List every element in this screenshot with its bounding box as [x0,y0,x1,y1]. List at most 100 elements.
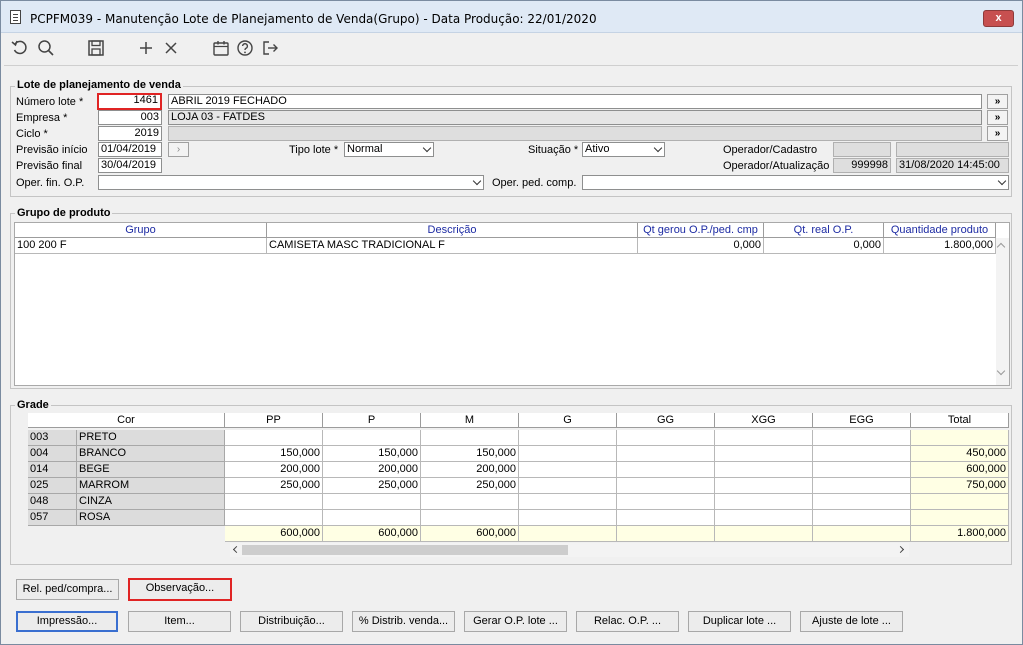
row-total-cell[interactable] [911,430,1009,446]
grupo-header-quantidade[interactable]: Quantidade produto [884,223,996,238]
row-total-cell[interactable]: 750,000 [911,478,1009,494]
size-quantity-cell[interactable]: 250,000 [421,478,519,494]
close-button[interactable]: x [983,10,1014,27]
size-quantity-cell[interactable] [617,478,715,494]
chevron-left-icon[interactable] [232,545,241,554]
grupo-header-grupo[interactable]: Grupo [15,223,267,238]
size-quantity-cell[interactable] [813,478,911,494]
duplicar-lote-button[interactable]: Duplicar lote ... [688,611,791,632]
grade-header-p[interactable]: P [323,413,421,428]
size-quantity-cell[interactable] [323,494,421,510]
grupo-header-descricao[interactable]: Descrição [267,223,638,238]
size-quantity-cell[interactable] [421,430,519,446]
chevron-right-icon[interactable] [896,545,905,554]
add-icon[interactable] [136,38,156,58]
help-icon[interactable] [235,38,255,58]
grade-header-gg[interactable]: GG [617,413,715,428]
size-quantity-cell[interactable] [225,494,323,510]
size-quantity-cell[interactable]: 200,000 [421,462,519,478]
size-quantity-cell[interactable]: 200,000 [225,462,323,478]
size-quantity-cell[interactable]: 150,000 [323,446,421,462]
calendar-icon[interactable] [211,38,231,58]
size-quantity-cell[interactable] [617,494,715,510]
size-quantity-cell[interactable] [715,462,813,478]
grade-header-m[interactable]: M [421,413,519,428]
chevron-up-icon[interactable] [996,242,1006,252]
search-icon[interactable] [36,38,56,58]
size-quantity-cell[interactable] [225,510,323,526]
grade-header-egg[interactable]: EGG [813,413,911,428]
grade-header-xgg[interactable]: XGG [715,413,813,428]
exit-icon[interactable] [260,38,280,58]
size-quantity-cell[interactable] [715,430,813,446]
relac-op-button[interactable]: Relac. O.P. ... [576,611,679,632]
grade-horizontal-scrollbar[interactable] [230,543,909,557]
size-quantity-cell[interactable] [813,446,911,462]
size-quantity-cell[interactable] [813,510,911,526]
size-quantity-cell[interactable]: 150,000 [421,446,519,462]
numero-lote-lookup-button[interactable]: » [987,94,1008,109]
size-quantity-cell[interactable] [519,478,617,494]
distribuicao-button[interactable]: Distribuição... [240,611,343,632]
oper-fin-op-select[interactable] [98,175,484,190]
distrib-venda-button[interactable]: % Distrib. venda... [352,611,455,632]
size-quantity-cell[interactable] [617,462,715,478]
size-quantity-cell[interactable] [617,510,715,526]
observacao-button[interactable]: Observação... [128,578,232,601]
delete-icon[interactable] [161,38,181,58]
tipo-lote-select[interactable]: Normal [344,142,434,157]
impressao-button[interactable]: Impressão... [16,611,118,632]
grupo-header-qt-gerou[interactable]: Qt gerou O.P./ped. cmp [638,223,764,238]
size-quantity-cell[interactable] [715,446,813,462]
empresa-input[interactable]: 003 [98,110,162,125]
rel-ped-compra-button[interactable]: Rel. ped/compra... [16,579,119,600]
size-quantity-cell[interactable] [715,494,813,510]
size-quantity-cell[interactable] [813,494,911,510]
save-icon[interactable] [86,38,106,58]
size-quantity-cell[interactable] [519,430,617,446]
scrollbar-thumb[interactable] [242,545,568,555]
size-quantity-cell[interactable] [813,430,911,446]
size-quantity-cell[interactable] [617,446,715,462]
previsao-inicio-input[interactable]: 01/04/2019 [98,142,162,157]
oper-ped-comp-select[interactable] [582,175,1009,190]
ciclo-input[interactable]: 2019 [98,126,162,141]
size-quantity-cell[interactable] [421,510,519,526]
size-quantity-cell[interactable] [421,494,519,510]
row-total-cell[interactable] [911,510,1009,526]
ciclo-lookup-button[interactable]: » [987,126,1008,141]
size-quantity-cell[interactable] [323,510,421,526]
situacao-select[interactable]: Ativo [582,142,665,157]
size-quantity-cell[interactable] [519,494,617,510]
size-quantity-cell[interactable] [519,462,617,478]
grade-header-pp[interactable]: PP [225,413,323,428]
size-quantity-cell[interactable]: 250,000 [323,478,421,494]
grade-header-cor[interactable]: Cor [28,413,225,428]
size-quantity-cell[interactable] [225,430,323,446]
row-total-cell[interactable] [911,494,1009,510]
size-quantity-cell[interactable] [715,478,813,494]
size-quantity-cell[interactable]: 200,000 [323,462,421,478]
row-total-cell[interactable]: 600,000 [911,462,1009,478]
grupo-header-qt-real[interactable]: Qt. real O.P. [764,223,884,238]
chevron-down-icon[interactable] [996,366,1006,376]
empresa-lookup-button[interactable]: » [987,110,1008,125]
size-quantity-cell[interactable] [323,430,421,446]
item-button[interactable]: Item... [128,611,231,632]
numero-lote-input[interactable]: 1461 [97,93,162,110]
size-quantity-cell[interactable] [519,510,617,526]
size-quantity-cell[interactable]: 250,000 [225,478,323,494]
ajuste-de-lote-button[interactable]: Ajuste de lote ... [800,611,903,632]
size-quantity-cell[interactable] [813,462,911,478]
gerar-op-lote-button[interactable]: Gerar O.P. lote ... [464,611,567,632]
previsao-final-input[interactable]: 30/04/2019 [98,158,162,173]
size-quantity-cell[interactable] [715,510,813,526]
grade-header-total[interactable]: Total [911,413,1009,428]
undo-icon[interactable] [10,38,30,58]
size-quantity-cell[interactable]: 150,000 [225,446,323,462]
size-quantity-cell[interactable] [617,430,715,446]
date-picker-button[interactable]: › [168,142,189,157]
size-quantity-cell[interactable] [519,446,617,462]
row-total-cell[interactable]: 450,000 [911,446,1009,462]
grade-header-g[interactable]: G [519,413,617,428]
